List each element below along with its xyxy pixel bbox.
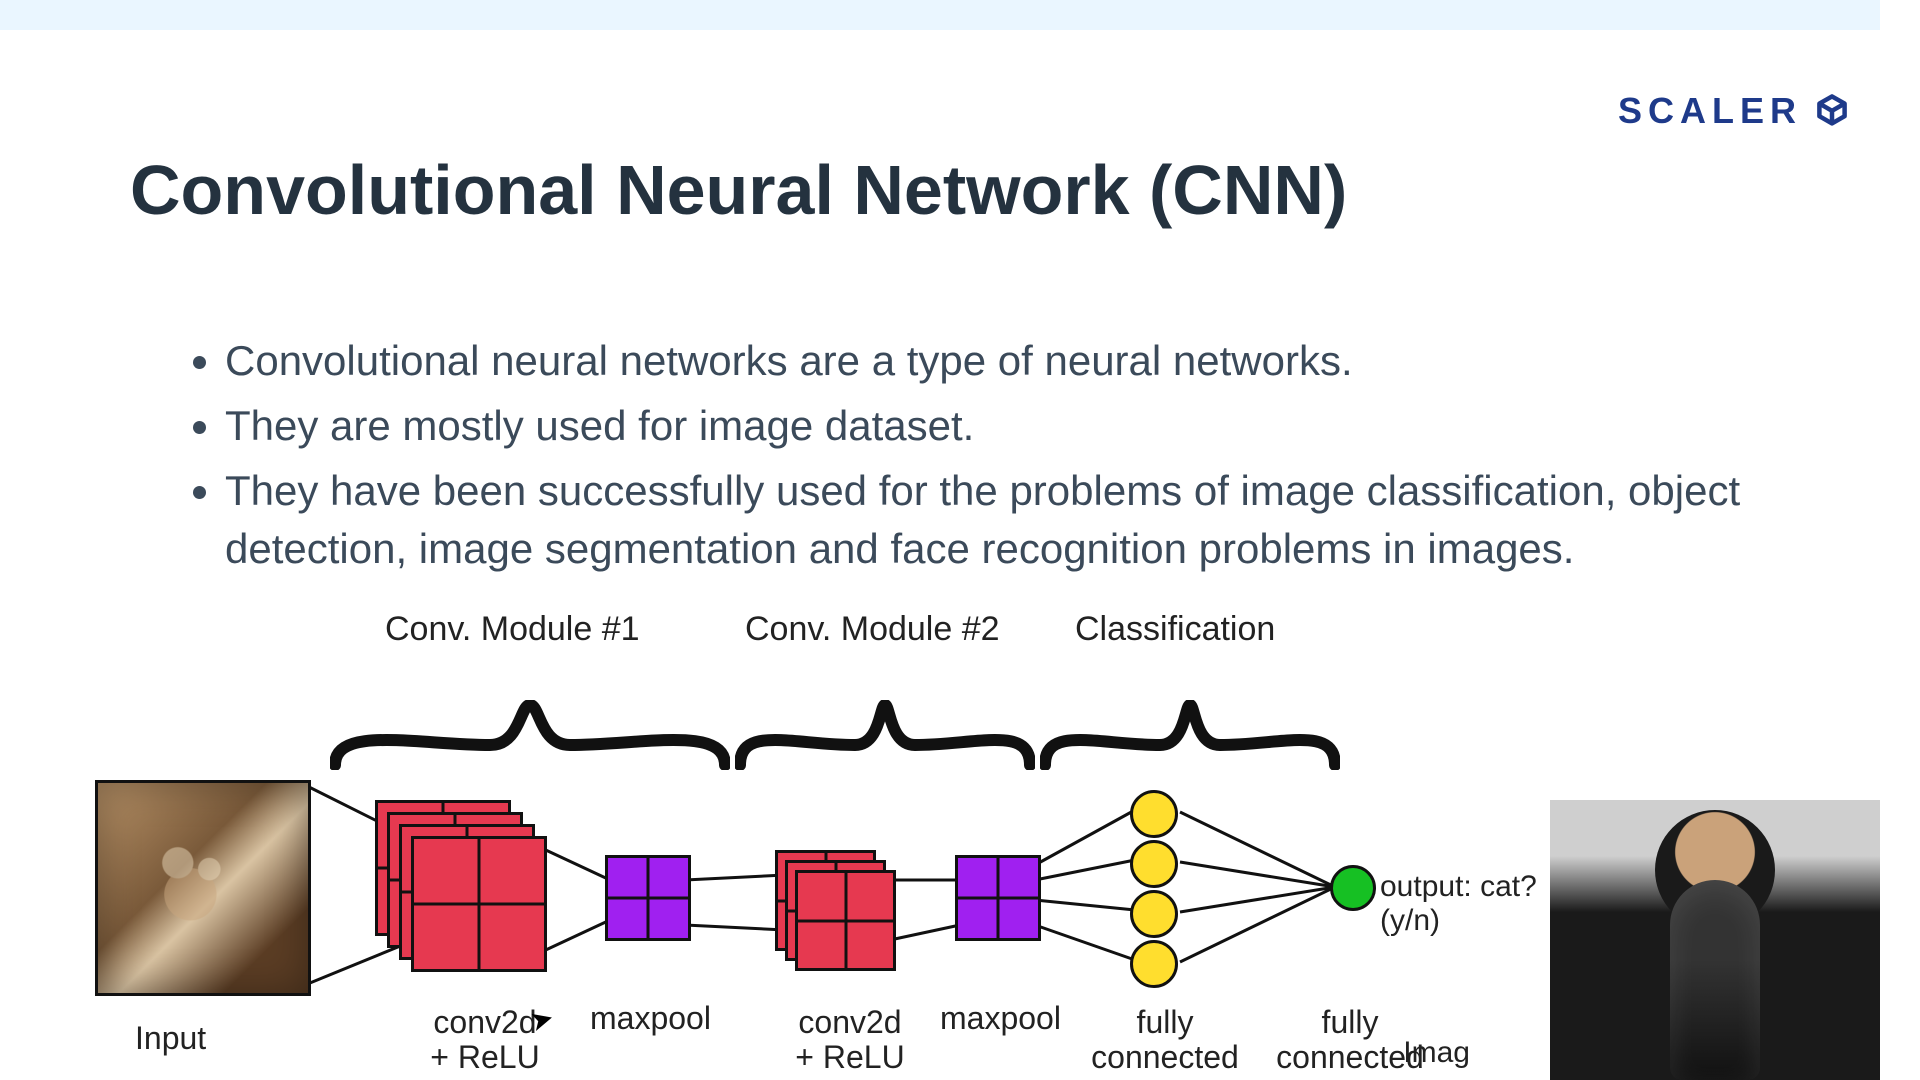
bullet-item: They have been successfully used for the… [225,462,1825,580]
output-node [1330,865,1376,911]
input-cat-image [95,780,311,996]
microphone-icon [1670,880,1760,1080]
maxpool2-label: maxpool [940,1000,1061,1037]
bullet-item: They are mostly used for image dataset. [225,397,1825,456]
maxpool1-block [605,855,691,941]
input-label: Input [135,1020,206,1057]
fc-neuron [1130,890,1178,938]
image-credit-partial: Imag [1403,1036,1470,1070]
brand-cube-icon [1814,91,1850,132]
fc1-label: fullyconnected [1080,1005,1250,1075]
presenter-webcam-overlay [1550,800,1880,1080]
curly-brace-icon [1040,700,1340,770]
conv2-label: conv2d+ ReLU [775,1005,925,1075]
maxpool1-label: maxpool [590,1000,711,1037]
fc-neuron [1130,940,1178,988]
module-label-classification: Classification [1075,610,1275,649]
top-accent-bar [0,0,1880,30]
maxpool2-block [955,855,1041,941]
brand-logo: SCALER [1618,90,1850,132]
slide-title: Convolutional Neural Network (CNN) [130,150,1347,230]
conv1-feature-maps [375,800,535,960]
connection-lines [95,590,1595,1060]
module-label-conv1: Conv. Module #1 [385,610,640,649]
module-label-conv2: Conv. Module #2 [745,610,1000,649]
fc-neuron [1130,840,1178,888]
brand-text: SCALER [1618,90,1802,132]
fc-neuron [1130,790,1178,838]
conv2-feature-maps [775,850,895,970]
cnn-architecture-diagram: Conv. Module #1 Conv. Module #2 Classifi… [95,590,1595,1060]
bullet-item: Convolutional neural networks are a type… [225,332,1825,391]
curly-brace-icon [735,700,1035,770]
curly-brace-icon [330,700,730,770]
bullet-list: Convolutional neural networks are a type… [185,332,1825,585]
